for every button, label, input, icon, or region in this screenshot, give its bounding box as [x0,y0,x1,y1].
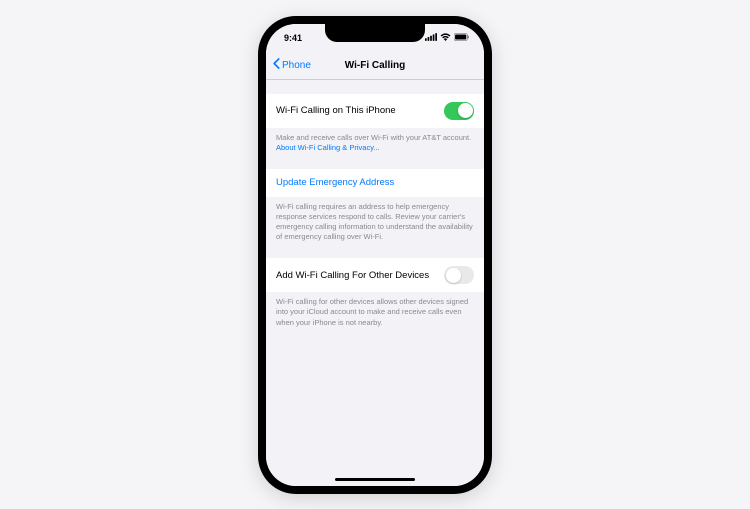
home-indicator[interactable] [335,478,415,481]
battery-icon [454,33,470,43]
row-label: Add Wi-Fi Calling For Other Devices [276,270,429,281]
notch [325,24,425,42]
wifi-icon [440,33,451,43]
privacy-link[interactable]: About Wi-Fi Calling & Privacy... [276,143,380,152]
group-wifi-calling: Wi-Fi Calling on This iPhone Make and re… [266,94,484,153]
row-other-devices[interactable]: Add Wi-Fi Calling For Other Devices [266,258,484,292]
row-label: Wi-Fi Calling on This iPhone [276,105,396,116]
nav-bar: Phone Wi-Fi Calling [266,52,484,80]
status-right [425,33,470,43]
row-label: Update Emergency Address [276,177,394,188]
settings-content[interactable]: Wi-Fi Calling on This iPhone Make and re… [266,80,484,486]
back-button[interactable]: Phone [272,58,311,72]
footer-text: Wi-Fi calling requires an address to hel… [276,202,473,241]
toggle-other-devices[interactable] [444,266,474,284]
toggle-knob [458,103,473,118]
back-label: Phone [282,60,311,71]
chevron-left-icon [272,58,280,72]
footer-text: Make and receive calls over Wi-Fi with y… [276,133,471,142]
status-time: 9:41 [284,33,302,43]
group-footer: Make and receive calls over Wi-Fi with y… [266,128,484,153]
signal-icon [425,33,437,43]
group-other-devices: Add Wi-Fi Calling For Other Devices Wi-F… [266,258,484,327]
iphone-frame: 9:41 Phone Wi-Fi Calling [258,16,492,494]
row-wifi-calling-iphone[interactable]: Wi-Fi Calling on This iPhone [266,94,484,128]
group-footer: Wi-Fi calling requires an address to hel… [266,197,484,243]
group-footer: Wi-Fi calling for other devices allows o… [266,292,484,327]
row-update-emergency-address[interactable]: Update Emergency Address [266,169,484,197]
toggle-wifi-calling[interactable] [444,102,474,120]
phone-screen: 9:41 Phone Wi-Fi Calling [266,24,484,486]
toggle-knob [446,268,461,283]
footer-text: Wi-Fi calling for other devices allows o… [276,297,468,326]
group-emergency: Update Emergency Address Wi-Fi calling r… [266,169,484,243]
